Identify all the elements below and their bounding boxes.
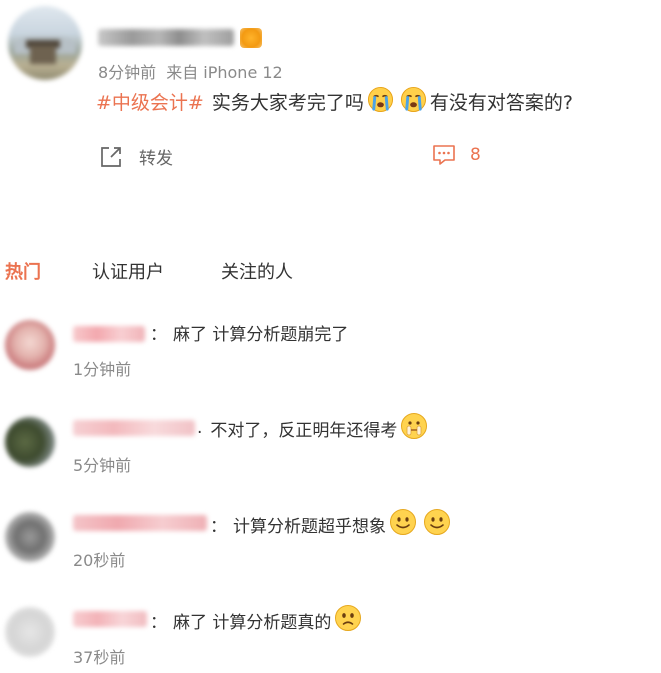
comment-count: 8 <box>470 145 481 165</box>
tab-verified-users[interactable]: 认证用户 <box>92 258 164 284</box>
comment-body: 麻了 计算分析题真的 <box>173 612 332 633</box>
post-meta: 8分钟前 来自 iPhone 12 <box>98 59 283 83</box>
comment-body: 计算分析题超乎想象 <box>233 516 386 537</box>
comment-text: . 不对了，反正明年还得考 <box>197 412 428 445</box>
post-author-name[interactable] <box>98 29 234 46</box>
post-source: 来自 iPhone 12 <box>166 63 283 82</box>
comment-separator: ： <box>150 612 167 633</box>
comment-avatar[interactable] <box>5 320 55 370</box>
vip-badge-icon <box>240 28 262 48</box>
crying-emoji-icon <box>400 86 427 121</box>
comment-text: ： 麻了 计算分析题真的 <box>150 604 362 637</box>
repost-button[interactable]: 转发 <box>99 144 173 169</box>
comment-time: 37秒前 <box>73 648 126 667</box>
comment-separator: ： <box>210 516 227 537</box>
post-time: 8分钟前 <box>98 63 157 82</box>
comment-icon <box>433 145 455 165</box>
share-icon <box>101 146 121 167</box>
comment-time: 5分钟前 <box>73 456 132 475</box>
comment-author-name[interactable] <box>73 420 195 436</box>
comment-avatar[interactable] <box>5 607 55 657</box>
comment-author-name[interactable] <box>73 326 145 342</box>
comment-button[interactable]: 8 <box>432 144 481 166</box>
comment-separator: ： <box>150 324 167 345</box>
post-author-avatar[interactable] <box>8 6 82 80</box>
comment-time: 20秒前 <box>73 551 126 570</box>
comment-separator: . <box>197 418 203 438</box>
comment-body: 麻了 计算分析题崩完了 <box>173 324 349 345</box>
comment-author-name[interactable] <box>73 611 147 627</box>
comment-body: 不对了，反正明年还得考 <box>210 420 398 441</box>
post-text-part1: 实务大家考完了吗 <box>211 92 364 114</box>
smile-emoji-icon <box>423 508 451 541</box>
comment-avatar[interactable] <box>5 512 55 562</box>
hashtag-link[interactable]: #中级会计# <box>96 89 204 117</box>
repost-label: 转发 <box>139 149 173 169</box>
tab-hot[interactable]: 热门 <box>5 258 41 284</box>
comment-text: ： 麻了 计算分析题崩完了 <box>150 318 348 346</box>
comment-author-name[interactable] <box>73 515 207 531</box>
comment-time: 1分钟前 <box>73 360 132 379</box>
sad-emoji-icon <box>334 604 362 637</box>
post-text: #中级会计# 实务大家考完了吗 有没有对答案的? <box>96 86 573 117</box>
sealed-lips-emoji-icon <box>400 412 428 445</box>
tab-following[interactable]: 关注的人 <box>221 258 293 284</box>
comment-avatar[interactable] <box>5 417 55 467</box>
comment-text: ： 计算分析题超乎想象 <box>210 508 451 541</box>
crying-emoji-icon <box>367 86 394 121</box>
post-text-part2: 有没有对答案的? <box>429 92 573 114</box>
smile-emoji-icon <box>389 508 417 541</box>
